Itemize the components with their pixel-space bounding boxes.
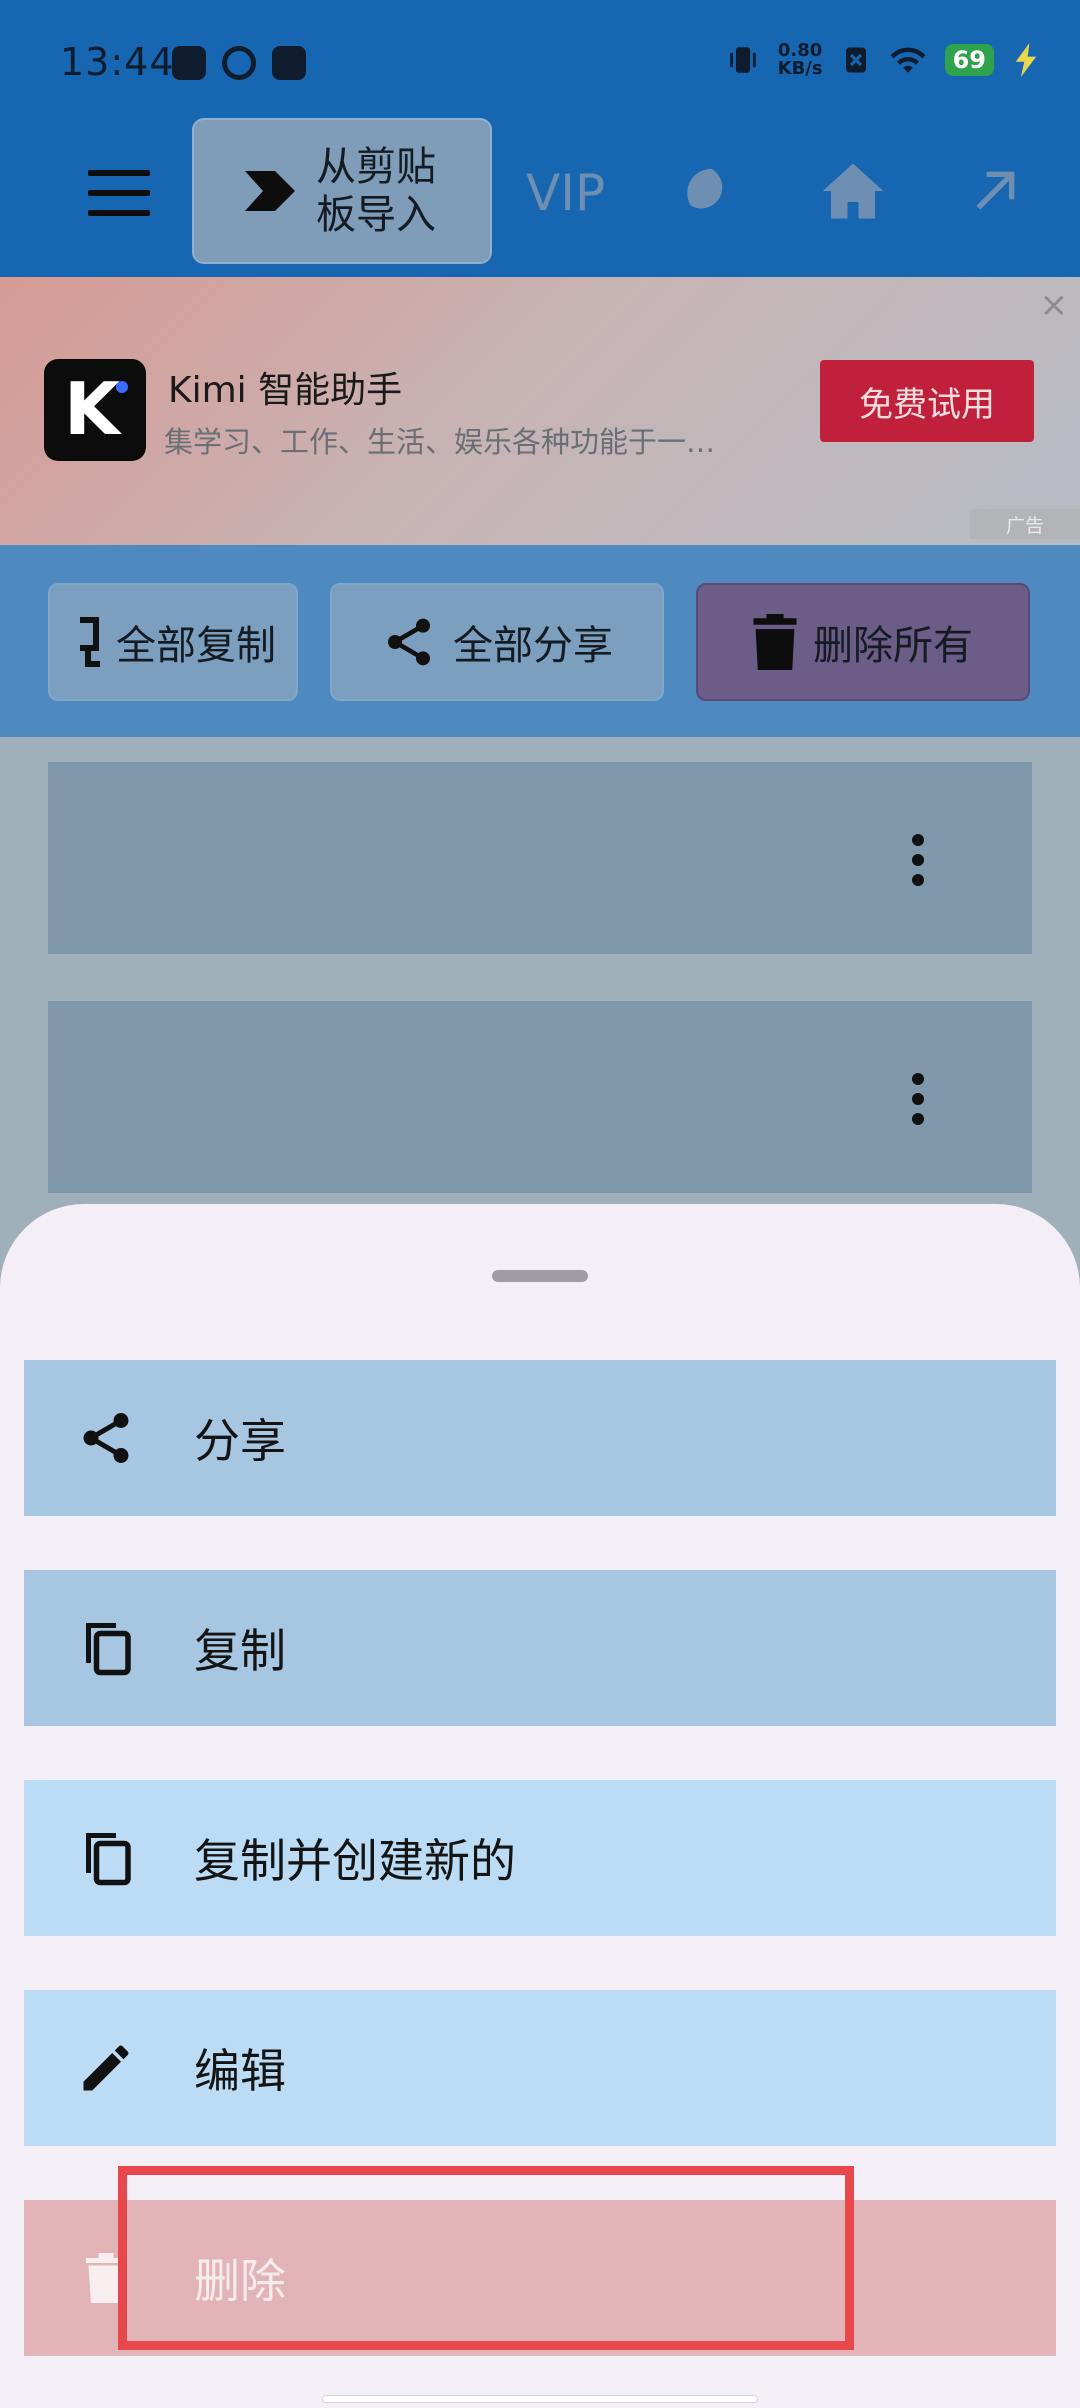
edit-label: 编辑 bbox=[194, 2044, 286, 2098]
notification-icons bbox=[172, 46, 306, 80]
copy-and-create-new-label: 复制并创建新的 bbox=[194, 1834, 516, 1888]
ad-banner[interactable]: K Kimi 智能助手 集学习、工作、生活、娱乐各种功能于一… 免费试用 × 广… bbox=[0, 277, 1080, 545]
copy-all-label: 全部复制 bbox=[116, 623, 276, 669]
import-label: 从剪贴板导入 bbox=[316, 144, 436, 238]
sync-icon bbox=[222, 46, 256, 80]
app-notification-icon bbox=[172, 46, 206, 80]
copy-label: 复制 bbox=[194, 1624, 286, 1678]
ad-description: 集学习、工作、生活、娱乐各种功能于一… bbox=[164, 425, 716, 459]
menu-button[interactable] bbox=[88, 170, 150, 216]
shopping-bag-icon bbox=[272, 46, 306, 80]
trash-icon bbox=[753, 614, 797, 670]
copy-all-button[interactable]: 全部复制 bbox=[48, 583, 298, 701]
share-icon bbox=[388, 618, 430, 666]
list-item[interactable] bbox=[48, 1001, 1032, 1193]
copy-menu-item[interactable]: 复制 bbox=[24, 1570, 1056, 1726]
more-options-icon[interactable] bbox=[912, 1073, 924, 1133]
share-all-label: 全部分享 bbox=[453, 623, 613, 669]
vibrate-icon bbox=[729, 47, 756, 73]
clipboard-list bbox=[0, 737, 1080, 1207]
copy-icon bbox=[86, 1623, 131, 1676]
bulk-action-bar: 全部复制 全部分享 删除所有 bbox=[0, 545, 1080, 737]
status-indicators: 0.80 KB/s 69 bbox=[726, 42, 1040, 78]
delete-all-label: 删除所有 bbox=[813, 623, 973, 669]
net-speed-unit: KB/s bbox=[777, 58, 823, 79]
vip-button[interactable]: VIP bbox=[526, 164, 605, 222]
copy-icon bbox=[86, 1833, 131, 1886]
more-options-icon[interactable] bbox=[912, 834, 924, 894]
toolbar: 从剪贴板导入 VIP bbox=[0, 118, 1080, 268]
share-icon bbox=[83, 1413, 129, 1463]
kimi-logo: K bbox=[44, 359, 146, 461]
wifi-icon bbox=[890, 47, 926, 73]
sim-off-icon bbox=[845, 47, 866, 73]
menu-icon bbox=[88, 170, 150, 176]
home-icon[interactable] bbox=[820, 160, 886, 222]
copy-and-create-new-menu-item[interactable]: 复制并创建新的 bbox=[24, 1780, 1056, 1936]
free-trial-button[interactable]: 免费试用 bbox=[820, 360, 1034, 442]
status-time: 13:44 bbox=[60, 40, 175, 84]
edit-menu-item[interactable]: 编辑 bbox=[24, 1990, 1056, 2146]
ad-title: Kimi 智能助手 bbox=[168, 370, 403, 411]
open-external-icon[interactable] bbox=[970, 166, 1020, 216]
app-header: 13:44 0.80 KB/s 69 从剪贴板导入 VIP bbox=[0, 0, 1080, 277]
ad-close-icon[interactable]: × bbox=[1040, 285, 1069, 325]
net-speed: 0.80 KB/s bbox=[778, 42, 823, 78]
share-all-button[interactable]: 全部分享 bbox=[330, 583, 664, 701]
edit-icon bbox=[83, 2045, 129, 2091]
dark-mode-icon[interactable] bbox=[680, 164, 738, 222]
delete-all-button[interactable]: 删除所有 bbox=[696, 583, 1030, 701]
label-arrow-icon bbox=[245, 171, 295, 211]
import-from-clipboard-button[interactable]: 从剪贴板导入 bbox=[192, 118, 492, 264]
share-label: 分享 bbox=[194, 1414, 286, 1468]
highlight-box bbox=[118, 2166, 854, 2350]
ad-tag: 广告 bbox=[970, 509, 1080, 539]
home-indicator[interactable] bbox=[322, 2395, 758, 2403]
copy-icon bbox=[80, 617, 100, 667]
share-menu-item[interactable]: 分享 bbox=[24, 1360, 1056, 1516]
charging-icon bbox=[1015, 43, 1037, 77]
ad-tag-label: 广告 bbox=[1005, 514, 1044, 537]
list-item[interactable] bbox=[48, 762, 1032, 954]
bottom-sheet: 分享 复制 复制并创建新的 编辑 删除 bbox=[0, 1204, 1080, 2408]
battery-level: 69 bbox=[944, 44, 994, 76]
drag-handle[interactable] bbox=[492, 1270, 588, 1282]
